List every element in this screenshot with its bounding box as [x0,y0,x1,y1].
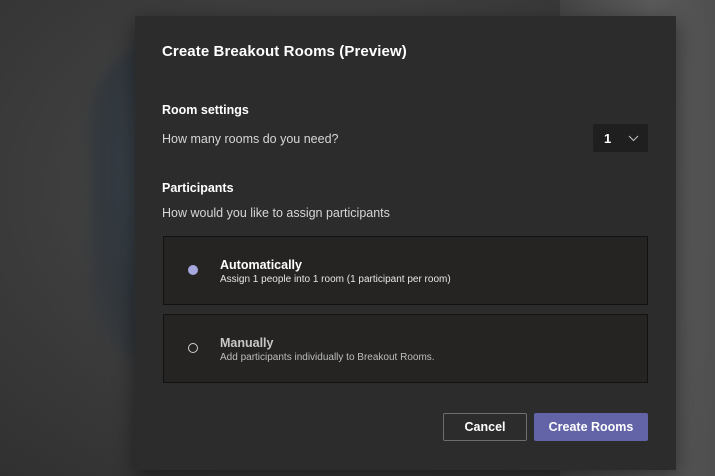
radio-selected-icon[interactable] [188,265,198,275]
option-manually[interactable]: Manually Add participants individually t… [163,314,648,383]
dialog-title: Create Breakout Rooms (Preview) [162,43,407,60]
option-automatically[interactable]: Automatically Assign 1 people into 1 roo… [163,236,648,305]
room-count-value: 1 [604,130,612,146]
option-automatically-description: Assign 1 people into 1 room (1 participa… [220,274,451,285]
cancel-button[interactable]: Cancel [443,413,527,441]
chevron-down-icon [627,132,639,144]
room-count-dropdown[interactable]: 1 [593,124,648,152]
create-rooms-button[interactable]: Create Rooms [534,413,648,441]
option-manually-description: Add participants individually to Breakou… [220,352,435,363]
participants-heading: Participants [162,181,234,195]
option-automatically-title: Automatically [220,258,302,272]
option-manually-title: Manually [220,336,274,350]
room-count-question: How many rooms do you need? [162,132,339,146]
video-background: Create Breakout Rooms (Preview) Room set… [0,0,715,476]
room-settings-heading: Room settings [162,103,249,117]
radio-unselected-icon[interactable] [188,343,198,353]
assign-participants-question: How would you like to assign participant… [162,206,390,220]
breakout-rooms-dialog: Create Breakout Rooms (Preview) Room set… [135,16,676,470]
